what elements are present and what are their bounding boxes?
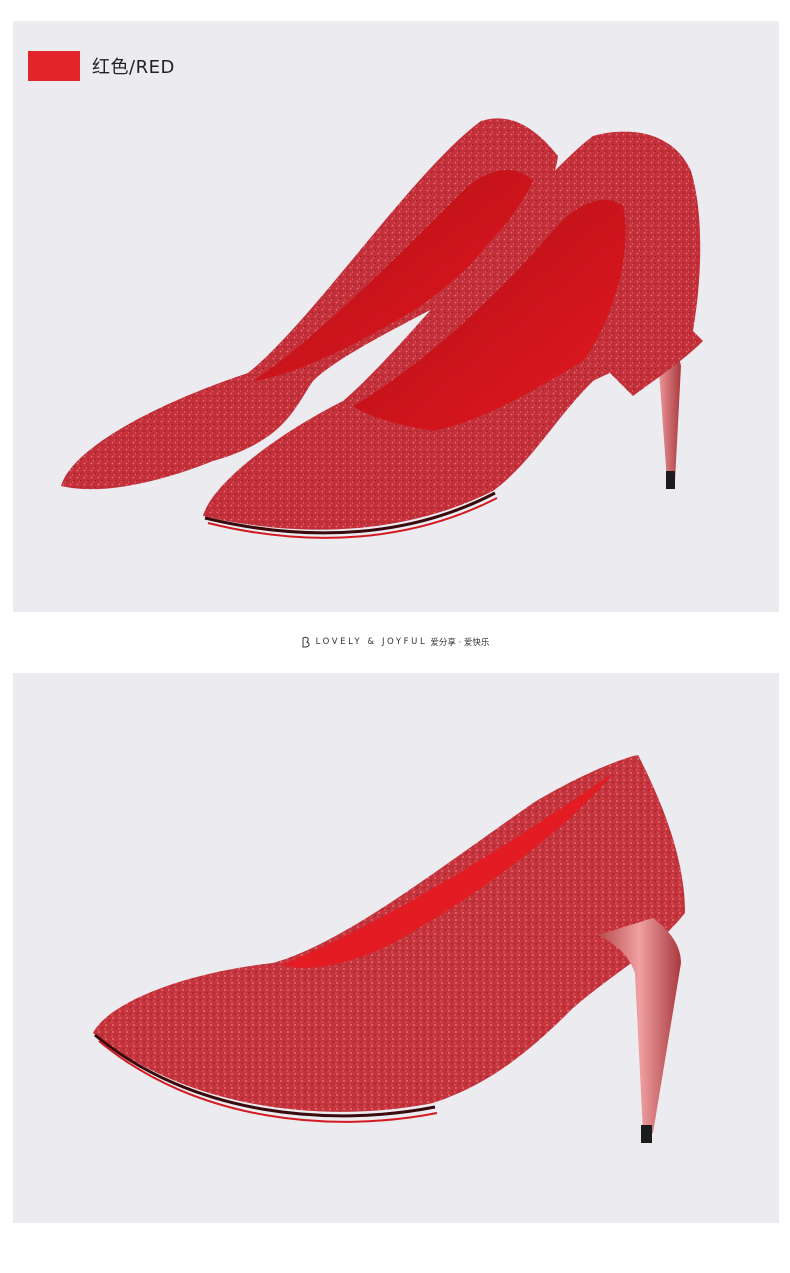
heel-tip-side [641,1125,652,1143]
shoe-pair-illustration [61,118,703,539]
product-photo-side [13,673,779,1223]
shoe-side-illustration [93,755,685,1143]
heel-tip-back [666,471,675,489]
brand-logo-icon [302,636,310,648]
tagline-english: LOVELY & JOYFUL [315,637,428,647]
product-photo-pair: 红色/RED [13,21,779,612]
tagline-chinese: 爱分享 · 爱快乐 [430,638,490,648]
brand-tagline: LOVELY & JOYFUL 爱分享 · 爱快乐 [0,632,790,652]
shoe-side [93,755,685,1123]
